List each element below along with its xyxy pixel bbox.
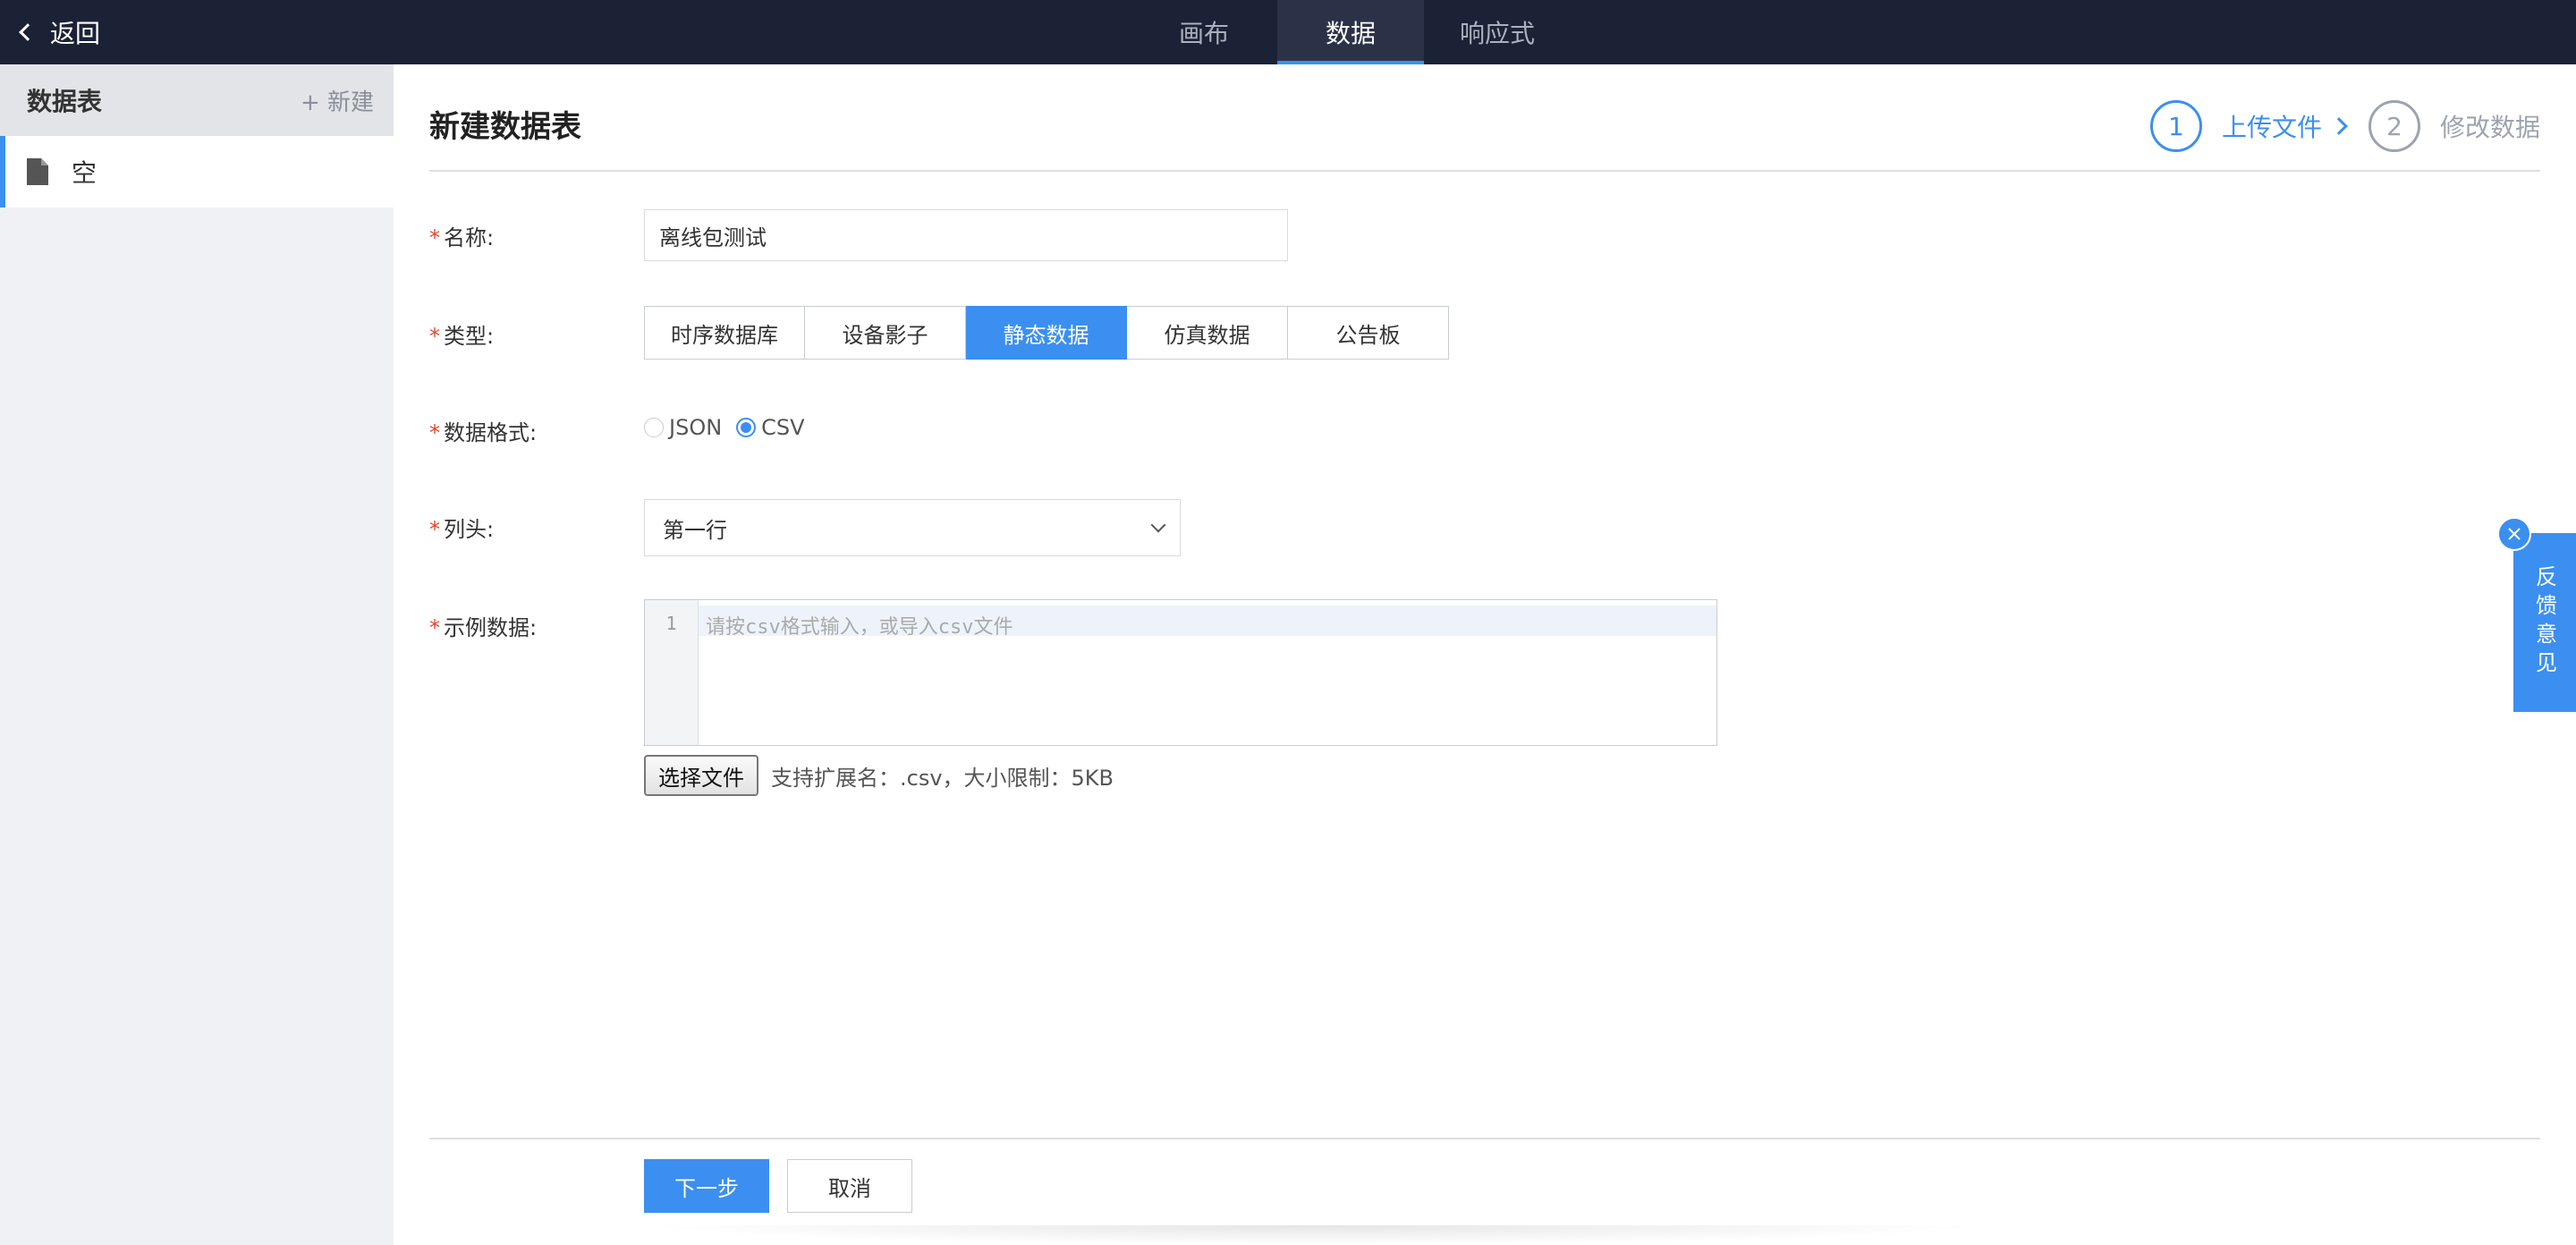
format-radio-group: JSON CSV — [644, 415, 819, 440]
csv-code-editor[interactable]: 1 请按csv格式输入，或导入csv文件 — [644, 599, 1717, 746]
type-segmented-control: 时序数据库 设备影子 静态数据 仿真数据 公告板 — [644, 306, 1449, 360]
step-1-circle: 1 — [2149, 100, 2202, 152]
type-label-text: 类型: — [444, 324, 495, 349]
feedback-tab[interactable]: 反馈意见 — [2513, 533, 2576, 712]
radio-csv-label[interactable]: CSV — [761, 415, 804, 440]
cancel-button[interactable]: 取消 — [787, 1159, 912, 1213]
radio-json-label[interactable]: JSON — [669, 415, 722, 440]
tab-data-label: 数据 — [1325, 19, 1376, 48]
format-label: * 数据格式: — [429, 415, 537, 446]
required-mark: * — [429, 615, 440, 640]
step-2-circle: 2 — [2368, 100, 2420, 152]
main-panel: 新建数据表 1 上传文件 2 修改数据 * 名称: 离线包测试 * 类型: 时序数据… — [394, 64, 2576, 1245]
name-label: * 名称: — [429, 220, 494, 251]
top-nav-bar: 返回 画布 数据 响应式 — [0, 0, 2576, 64]
type-option-bulletin[interactable]: 公告板 — [1288, 306, 1449, 360]
tab-canvas-label: 画布 — [1178, 19, 1229, 48]
radio-csv[interactable] — [736, 418, 757, 437]
step-2-label: 修改数据 — [2439, 113, 2540, 142]
header-divider — [429, 170, 2540, 172]
bottom-shadow — [644, 1225, 1986, 1245]
type-option-simulation[interactable]: 仿真数据 — [1127, 306, 1288, 360]
required-mark: * — [429, 225, 440, 250]
sample-data-label: * 示例数据: — [429, 610, 537, 641]
footer-divider — [429, 1138, 2540, 1139]
tab-responsive[interactable]: 响应式 — [1424, 0, 1571, 64]
tab-responsive-label: 响应式 — [1459, 19, 1535, 48]
editor-text-area[interactable]: 请按csv格式输入，或导入csv文件 — [699, 600, 1716, 745]
chevron-down-icon — [1150, 517, 1166, 533]
header-row-label: * 列头: — [429, 512, 494, 543]
required-mark: * — [429, 517, 440, 542]
file-hint: 支持扩展名：.csv，大小限制：5KB — [771, 765, 1114, 791]
editor-placeholder: 请按csv格式输入，或导入csv文件 — [706, 616, 1013, 639]
top-tabs: 画布 数据 响应式 — [1131, 0, 1571, 64]
tab-canvas[interactable]: 画布 — [1131, 0, 1277, 64]
sidebar-title: 数据表 — [27, 87, 103, 116]
chevron-left-icon — [19, 23, 37, 41]
feedback-close-button[interactable] — [2497, 517, 2531, 551]
step-1-label: 上传文件 — [2221, 113, 2322, 142]
new-table-button[interactable]: + 新建 — [301, 84, 374, 117]
type-option-timeseries[interactable]: 时序数据库 — [644, 306, 805, 360]
next-step-button[interactable]: 下一步 — [644, 1159, 769, 1213]
close-icon — [2508, 528, 2521, 540]
header-row-select-value: 第一行 — [663, 517, 727, 543]
file-icon — [27, 158, 48, 185]
sample-data-label-text: 示例数据: — [444, 615, 538, 640]
name-input[interactable]: 离线包测试 — [644, 209, 1288, 261]
required-mark: * — [429, 420, 440, 445]
radio-json[interactable] — [644, 418, 664, 437]
step-indicator: 1 上传文件 2 修改数据 — [2149, 100, 2540, 152]
back-label: 返回 — [50, 19, 101, 48]
header-row-label-text: 列头: — [444, 517, 495, 542]
sidebar-item-label: 空 — [72, 158, 97, 188]
sidebar-header: 数据表 + 新建 — [0, 64, 394, 136]
name-label-text: 名称: — [444, 225, 495, 250]
back-button[interactable]: 返回 — [16, 0, 100, 64]
sidebar: 数据表 + 新建 空 — [0, 64, 394, 1245]
file-upload-row: 选择文件 支持扩展名：.csv，大小限制：5KB — [644, 755, 1114, 796]
choose-file-button[interactable]: 选择文件 — [644, 755, 758, 796]
type-option-device-shadow[interactable]: 设备影子 — [805, 306, 966, 360]
header-row-select[interactable]: 第一行 — [644, 499, 1181, 556]
format-label-text: 数据格式: — [444, 420, 538, 445]
editor-gutter: 1 — [645, 600, 699, 745]
page-title: 新建数据表 — [429, 109, 581, 145]
tab-data[interactable]: 数据 — [1277, 0, 1424, 64]
sidebar-item-empty[interactable]: 空 — [0, 136, 394, 208]
required-mark: * — [429, 324, 440, 349]
chevron-right-icon — [2330, 117, 2348, 135]
type-label: * 类型: — [429, 318, 494, 350]
feedback-label: 反馈意见 — [2531, 565, 2557, 680]
type-option-static[interactable]: 静态数据 — [966, 306, 1127, 360]
